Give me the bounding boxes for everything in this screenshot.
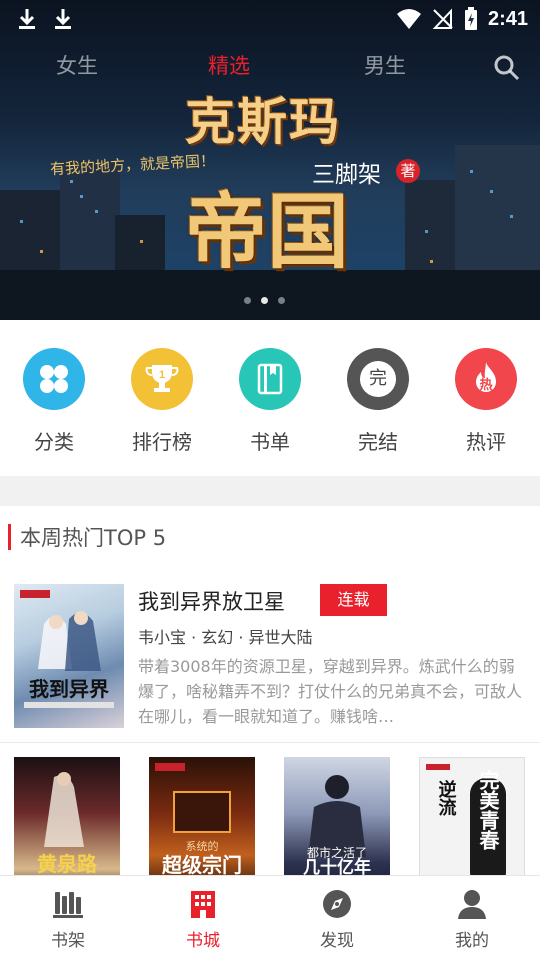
cover-title: 完美青春 (476, 769, 500, 851)
book-cover[interactable]: 黄泉路 (14, 757, 120, 875)
nav-bookstore[interactable]: 书城 (158, 888, 248, 951)
channel-tabs: 女生 精选 男生 (0, 50, 540, 86)
bookstore-icon (191, 891, 215, 918)
nav-label: 发现 (320, 931, 354, 951)
nav-label: 书城 (186, 931, 220, 951)
battery-charging-icon (464, 7, 477, 30)
carousel-dot[interactable] (244, 297, 251, 304)
category-ranking[interactable]: 1 排行榜 (117, 348, 207, 455)
book-description: 带着3008年的资源卫星，穿越到异界。炼武什么的弱爆了，啥秘籍弄不到？打仗什么的… (138, 657, 522, 726)
category-label: 书单 (250, 430, 290, 454)
cover-title: 超级宗门 (161, 853, 242, 875)
category-label: 分类 (34, 430, 74, 454)
cover-title: 黄泉路 (37, 852, 98, 875)
book-icon (239, 348, 301, 410)
bookshelf-icon (53, 892, 83, 918)
status-badge: 连载 (320, 584, 387, 616)
section-title: 本周热门TOP 5 (20, 526, 167, 550)
cover-subtitle: 逆流 (436, 779, 457, 816)
search-icon[interactable] (493, 54, 521, 82)
bottom-navigation: 书架 书城 发现 我的 (0, 875, 540, 960)
banner-book-title-top: 克斯玛 (185, 92, 341, 151)
category-booklist[interactable]: 书单 (225, 348, 315, 455)
hot-comment-icon: 热 (455, 348, 517, 410)
book-cover[interactable]: 我到异界 (14, 584, 124, 728)
nav-label: 我的 (455, 931, 489, 951)
author-badge: 著 (396, 159, 420, 183)
category-completed[interactable]: 完 完结 (333, 348, 423, 455)
book-meta: 韦小宝 · 玄幻 · 异世大陆 (138, 628, 313, 647)
category-hot-comments[interactable]: 热 热评 (441, 348, 531, 455)
tab-female[interactable]: 女生 (56, 50, 98, 80)
section-accent-bar (8, 524, 11, 550)
book-cover-row: 黄泉路 系统的 超级宗门 都市之活了 几十亿年 完美青春 逆流 (0, 757, 540, 875)
cover-title: 几十亿年 (303, 857, 371, 875)
category-classify[interactable]: 分类 (9, 348, 99, 455)
cover-title: 我到异界 (29, 677, 109, 701)
nav-label: 书架 (51, 931, 85, 951)
book-cover[interactable]: 系统的 超级宗门 (149, 757, 255, 875)
nav-profile[interactable]: 我的 (427, 888, 517, 951)
completed-badge: 完 (360, 361, 396, 397)
download-icon (19, 9, 35, 29)
book-title[interactable]: 我到异界放卫星 (138, 586, 285, 616)
status-bar: 2:41 (0, 0, 540, 38)
category-label: 热评 (466, 430, 506, 454)
carousel-dots (244, 297, 285, 304)
book-cover[interactable]: 完美青春 逆流 (419, 757, 525, 875)
divider-line (0, 742, 540, 743)
tab-featured[interactable]: 精选 (208, 50, 250, 80)
wifi-icon (396, 9, 421, 29)
section-divider (0, 476, 540, 506)
hot-badge: 热 (479, 378, 493, 393)
carousel-dot[interactable] (261, 297, 268, 304)
trophy-icon: 1 (131, 348, 193, 410)
carousel-dot[interactable] (278, 297, 285, 304)
cover-subtitle: 系统的 (186, 839, 219, 853)
profile-icon (458, 890, 486, 919)
tab-male[interactable]: 男生 (364, 50, 406, 80)
featured-book[interactable]: 我到异界 我到异界放卫星 连载 韦小宝 · 玄幻 · 异世大陆 带着3008年的… (0, 574, 540, 742)
clover-icon (23, 348, 85, 410)
book-cover[interactable]: 都市之活了 几十亿年 (284, 757, 390, 875)
nav-bookshelf[interactable]: 书架 (23, 888, 113, 951)
category-label: 完结 (358, 430, 398, 454)
clock-time: 2:41 (487, 7, 528, 30)
completed-icon: 完 (347, 348, 409, 410)
category-label: 排行榜 (132, 430, 192, 454)
trophy-badge: 1 (159, 369, 165, 381)
download-icon (55, 9, 71, 29)
no-signal-icon (432, 8, 453, 29)
compass-icon (323, 890, 351, 918)
nav-discover[interactable]: 发现 (292, 888, 382, 951)
section-header: 本周热门TOP 5 (8, 523, 166, 551)
top-banner[interactable]: 2:41 女生 精选 男生 有我的地方，就是帝国！ 克斯玛 帝国 三脚架 著 (0, 0, 540, 320)
banner-author: 三脚架 (312, 162, 381, 188)
category-shortcuts: 分类 1 排行榜 书单 完 完结 热 热评 (0, 320, 540, 476)
